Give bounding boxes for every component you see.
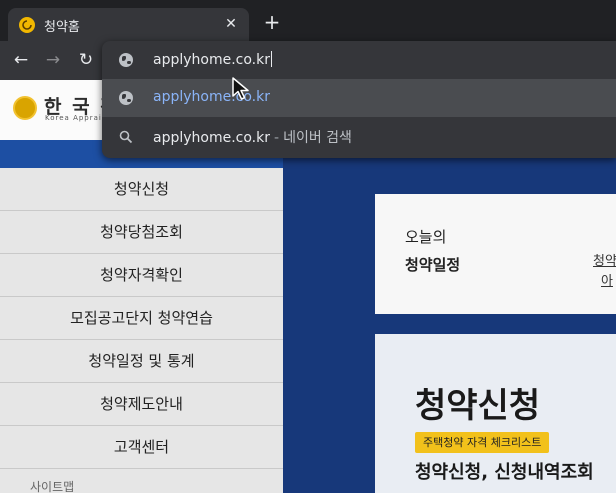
tab-title: 청약홈 (44, 20, 80, 35)
today-label: 오늘의 (405, 228, 447, 246)
apply-title: 청약신청 (415, 386, 541, 426)
today-link-1[interactable]: 청약 (593, 250, 616, 269)
search-icon (119, 129, 133, 144)
reload-icon[interactable]: ↻ (75, 49, 97, 71)
suggestion-search-text: applyhome.co.kr - 네이버 검색 (153, 130, 352, 146)
menu-item-win-check[interactable]: 청약당첨조회 (0, 211, 283, 254)
suggestion-url[interactable]: applyhome.co.kr (102, 79, 616, 117)
menu-item-guide[interactable]: 청약제도안내 (0, 383, 283, 426)
checklist-badge[interactable]: 주택청약 자격 체크리스트 (415, 432, 550, 453)
globe-icon (119, 91, 133, 105)
omnibox-dropdown: applyhome.co.kr applyhome.co.kr applyhom… (102, 41, 616, 158)
today-schedule-card: 오늘의 청약일정 청약 아 (375, 194, 616, 314)
menu-more-link[interactable]: 사이트맵 (30, 478, 74, 493)
text-caret (271, 51, 272, 67)
tab-close-icon[interactable]: ✕ (222, 15, 240, 33)
address-input[interactable]: applyhome.co.kr (153, 51, 272, 68)
site-favicon-icon (19, 17, 35, 33)
back-arrow-icon[interactable]: ← (10, 49, 32, 71)
suggestion-search[interactable]: applyhome.co.kr - 네이버 검색 (102, 117, 616, 155)
menu-item-practice[interactable]: 모집공고단지 청약연습 (0, 297, 283, 340)
logo-emblem-icon (13, 96, 37, 120)
sidebar-menu: 청약신청 청약당첨조회 청약자격확인 모집공고단지 청약연습 청약일정 및 통계… (0, 140, 283, 493)
today-link-2[interactable]: 아 (601, 270, 613, 289)
menu-item-schedule[interactable]: 청약일정 및 통계 (0, 340, 283, 383)
address-bar[interactable]: applyhome.co.kr (102, 41, 616, 79)
menu-item-apply[interactable]: 청약신청 (0, 168, 283, 211)
menu-item-support[interactable]: 고객센터 (0, 426, 283, 469)
main-content: 오늘의 청약일정 청약 아 청약신청 주택청약 자격 체크리스트 청약신청, 신… (283, 140, 616, 493)
mouse-cursor-icon (232, 77, 249, 100)
new-tab-button[interactable]: + (262, 12, 282, 32)
globe-icon (119, 53, 133, 67)
forward-arrow-icon[interactable]: → (42, 49, 64, 71)
tab-strip: 청약홈 ✕ + (0, 0, 616, 41)
today-title: 청약일정 (405, 256, 461, 274)
apply-card[interactable]: 청약신청 주택청약 자격 체크리스트 청약신청, 신청내역조회 (375, 334, 616, 493)
menu-item-eligibility[interactable]: 청약자격확인 (0, 254, 283, 297)
apply-subtitle: 청약신청, 신청내역조회 (415, 462, 594, 483)
logo-subtitle: Korea Apprai (45, 114, 102, 122)
browser-tab[interactable]: 청약홈 ✕ (8, 8, 249, 41)
